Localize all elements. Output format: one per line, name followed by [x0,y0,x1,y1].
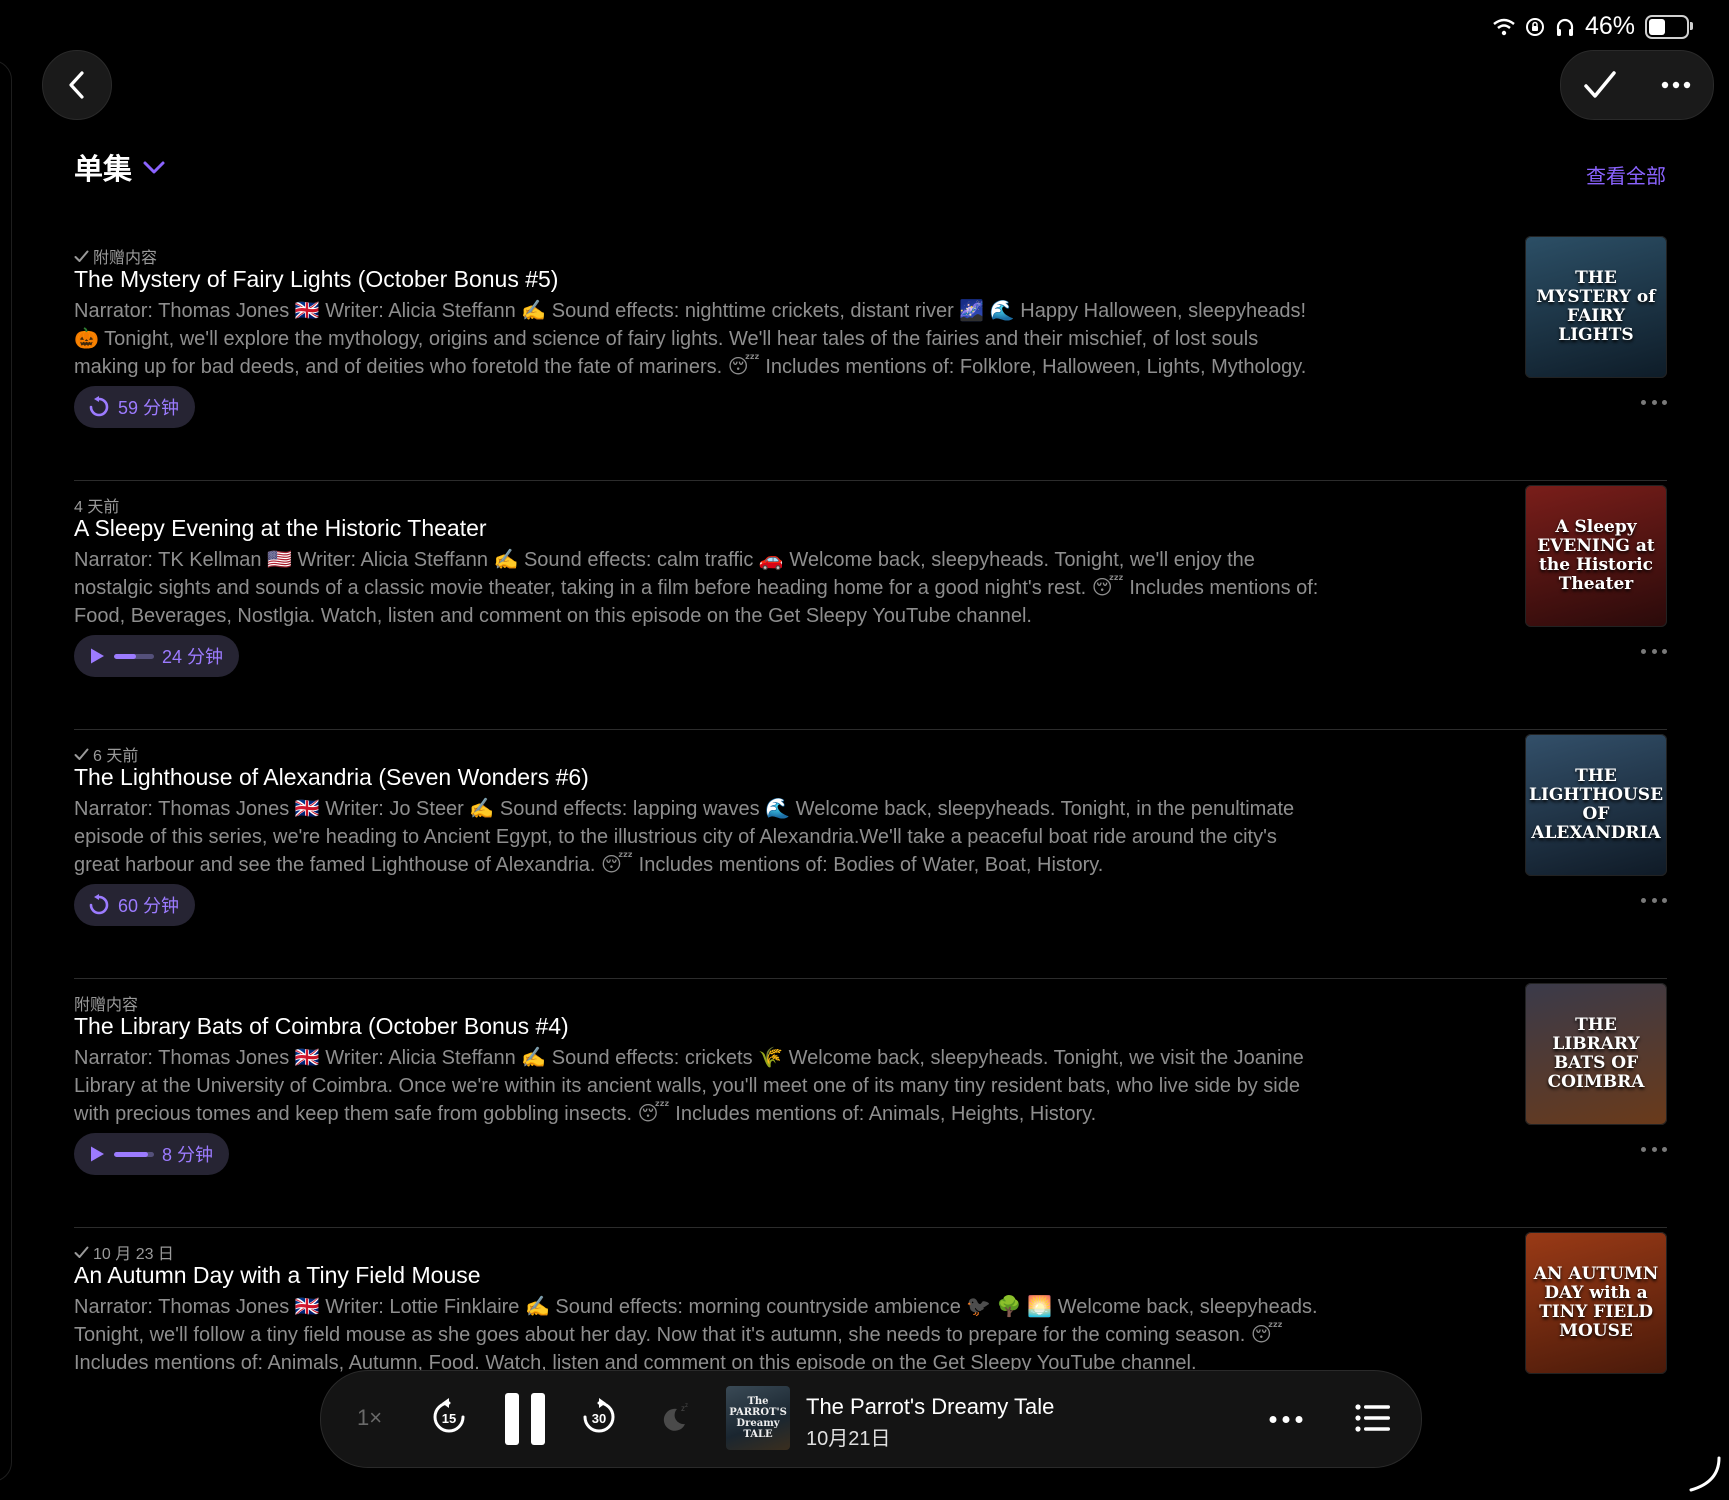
episode-description: Narrator: Thomas Jones 🇬🇧 Writer: Alicia… [74,300,1307,378]
episode-play-button[interactable]: 8 分钟 [74,1133,230,1175]
pause-icon[interactable] [503,1391,547,1447]
now-playing-artwork: The PARROT'S Dreamy TALE [726,1386,790,1450]
top-action-group [1560,50,1714,120]
player-more-icon[interactable] [1269,1415,1303,1424]
episode-title[interactable]: The Library Bats of Coimbra (October Bon… [74,1013,569,1040]
episode-description: Narrator: Thomas Jones 🇬🇧 Writer: Alicia… [74,1047,1304,1125]
episode-more-button[interactable] [1641,890,1667,910]
replay-icon [89,396,109,417]
episode-artwork-text: A Sleepy EVENING at the Historic Theater [1537,517,1655,594]
episode-more-button[interactable] [1641,641,1667,661]
played-check-icon [74,748,89,760]
svg-text:z: z [685,1403,688,1409]
section-title: 单集 [74,154,133,186]
episode-date-label: 附赠内容 [93,250,158,267]
play-icon [91,648,104,664]
episode-artwork[interactable]: A Sleepy EVENING at the Historic Theater [1525,485,1667,627]
episode-date-label: 4 天前 [74,499,120,516]
episode-duration: 24 分钟 [162,647,224,667]
queue-list-icon[interactable] [1355,1403,1391,1433]
episode-play-button[interactable]: 59 分钟 [74,386,196,428]
episode-progress-bar [114,1151,154,1157]
episode-row[interactable]: 附赠内容 The Library Bats of Coimbra (October… [74,979,1667,1228]
now-playing-date: 10月21日 [806,1428,891,1450]
episode-row[interactable]: 附赠内容 The Mystery of Fairy Lights (October… [74,232,1667,481]
more-icon[interactable] [1661,81,1691,89]
episode-meta: 10 月 23 日 [74,1240,174,1264]
battery-icon [1645,14,1693,39]
chevron-left-icon [69,71,84,99]
headphones-icon [1556,18,1574,36]
episode-row[interactable]: 6 天前 The Lighthouse of Alexandria (Seven … [74,730,1667,979]
episode-date-label: 附赠内容 [74,997,139,1014]
corner-indicator [1689,1456,1721,1492]
episode-artwork-text: THE MYSTERY of FAIRY LIGHTS [1536,268,1656,345]
episode-meta: 附赠内容 [74,991,138,1015]
now-playing-artwork-text: The PARROT'S Dreamy TALE [729,1396,787,1440]
episode-artwork[interactable]: THE MYSTERY of FAIRY LIGHTS [1525,236,1667,378]
episode-title[interactable]: A Sleepy Evening at the Historic Theater [74,515,487,542]
battery-percent: 46% [1584,12,1635,40]
episode-artwork[interactable]: THE LIBRARY BATS OF COIMBRA [1525,983,1667,1125]
episode-meta: 6 天前 [74,742,138,766]
episode-play-button[interactable]: 24 分钟 [74,635,240,677]
episode-meta: 4 天前 [74,493,119,517]
chevron-down-icon [143,161,165,174]
played-check-icon [74,1246,89,1258]
episode-artwork[interactable]: AN AUTUMN DAY with a TINY FIELD MOUSE [1525,1232,1667,1374]
playback-speed-button[interactable]: 1× [357,1405,382,1431]
episode-row[interactable]: 10 月 23 日 An Autumn Day with a Tiny Field… [74,1228,1667,1374]
episode-artwork[interactable]: THE LIGHTHOUSE OF ALEXANDRIA [1525,734,1667,876]
episode-artwork-text: THE LIGHTHOUSE OF ALEXANDRIA [1528,766,1664,843]
skip-back-15-icon[interactable]: 15 [429,1397,469,1437]
sleep-timer-icon[interactable]: z z [657,1401,691,1435]
episode-more-button[interactable] [1641,1139,1667,1159]
episode-date-label: 10 月 23 日 [93,1246,174,1263]
episode-description: Narrator: Thomas Jones 🇬🇧 Writer: Jo Ste… [74,798,1295,876]
status-bar: 46% [1493,12,1693,41]
see-all-link[interactable]: 查看全部 [1586,160,1666,189]
episode-duration: 8 分钟 [162,1145,214,1165]
back-button[interactable] [42,50,112,120]
skip-forward-30-icon[interactable]: 30 [579,1397,619,1437]
episode-progress-bar [114,653,154,659]
mini-player[interactable]: 1× 15 30 z z The PARROT'S Dreamy TALE Th… [320,1370,1422,1468]
play-icon [91,1146,104,1162]
episode-date-label: 6 天前 [93,748,139,765]
episode-more-button[interactable] [1641,392,1667,412]
episode-title[interactable]: The Lighthouse of Alexandria (Seven Wond… [74,764,589,791]
episode-play-button[interactable]: 60 分钟 [74,884,196,926]
skip-forward-label: 30 [592,1411,606,1426]
episode-description: Narrator: Thomas Jones 🇬🇧 Writer: Lottie… [74,1296,1318,1374]
episode-artwork-text: AN AUTUMN DAY with a TINY FIELD MOUSE [1533,1264,1659,1341]
now-playing-title: The Parrot's Dreamy Tale [806,1394,1055,1419]
episode-meta: 附赠内容 [74,244,157,268]
rotation-lock-icon [1525,17,1544,36]
episode-row[interactable]: 4 天前 A Sleepy Evening at the Historic The… [74,481,1667,730]
episode-duration: 60 分钟 [118,896,180,916]
episode-artwork-text: THE LIBRARY BATS OF COIMBRA [1547,1015,1645,1092]
played-check-icon [74,250,89,262]
checkmark-icon[interactable] [1583,70,1617,100]
episode-title[interactable]: An Autumn Day with a Tiny Field Mouse [74,1262,481,1289]
wifi-icon [1493,18,1515,35]
sidebar-edge [0,60,12,1482]
episode-duration: 59 分钟 [118,398,180,418]
skip-back-label: 15 [442,1411,456,1426]
episode-filter[interactable]: 单集 [74,146,166,188]
replay-icon [89,894,109,915]
episode-description: Narrator: TK Kellman 🇺🇸 Writer: Alicia S… [74,549,1319,627]
episode-title[interactable]: The Mystery of Fairy Lights (October Bon… [74,266,558,293]
